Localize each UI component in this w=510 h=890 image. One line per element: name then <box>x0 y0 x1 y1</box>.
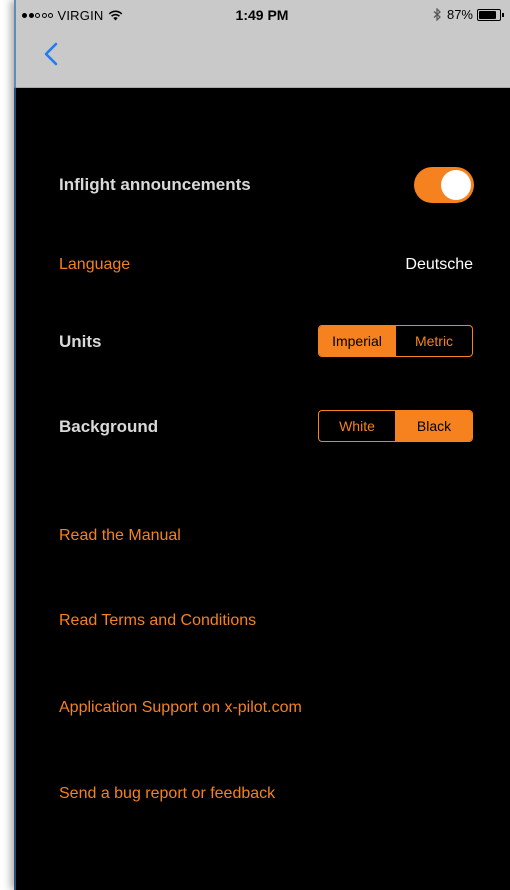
language-row[interactable]: Language Deutsche <box>14 250 510 280</box>
battery-fill <box>479 10 497 19</box>
units-segmented-control: Imperial Metric <box>318 325 473 357</box>
app-support-row[interactable]: Application Support on x-pilot.com <box>14 697 510 723</box>
units-label: Units <box>59 332 102 351</box>
app-screen: VIRGIN 1:49 PM 87% Inflight announcement <box>14 0 510 890</box>
inflight-announcements-label: Inflight announcements <box>59 175 251 194</box>
inflight-announcements-toggle[interactable] <box>414 167 474 203</box>
units-row: Units Imperial Metric <box>14 325 510 359</box>
bluetooth-icon <box>433 8 441 21</box>
inflight-announcements-row: Inflight announcements <box>14 165 510 205</box>
read-terms-row[interactable]: Read Terms and Conditions <box>14 610 510 636</box>
status-bar: VIRGIN 1:49 PM 87% <box>14 0 510 32</box>
background-label: Background <box>59 417 159 436</box>
units-metric-option[interactable]: Metric <box>395 326 472 356</box>
app-support-link[interactable]: Application Support on x-pilot.com <box>59 699 302 717</box>
units-imperial-option[interactable]: Imperial <box>319 326 395 356</box>
background-row: Background White Black <box>14 410 510 444</box>
read-manual-row[interactable]: Read the Manual <box>14 525 510 551</box>
background-segmented-control: White Black <box>318 410 473 442</box>
device-edge <box>14 0 16 890</box>
language-value: Deutsche <box>405 256 473 273</box>
background-black-option[interactable]: Black <box>395 411 472 441</box>
battery-icon <box>477 8 501 21</box>
bug-report-link[interactable]: Send a bug report or feedback <box>59 785 275 803</box>
battery-percent: 87% <box>446 7 473 22</box>
language-label[interactable]: Language <box>59 256 130 274</box>
background-white-option[interactable]: White <box>319 411 395 441</box>
read-manual-link[interactable]: Read the Manual <box>59 527 181 545</box>
bug-report-row[interactable]: Send a bug report or feedback <box>14 783 510 809</box>
chevron-left-icon[interactable] <box>44 42 58 66</box>
read-terms-link[interactable]: Read Terms and Conditions <box>59 612 256 630</box>
navigation-bar <box>14 32 510 88</box>
battery-group: 87% <box>433 7 504 22</box>
battery-nub <box>502 12 504 17</box>
toggle-knob <box>441 170 471 200</box>
